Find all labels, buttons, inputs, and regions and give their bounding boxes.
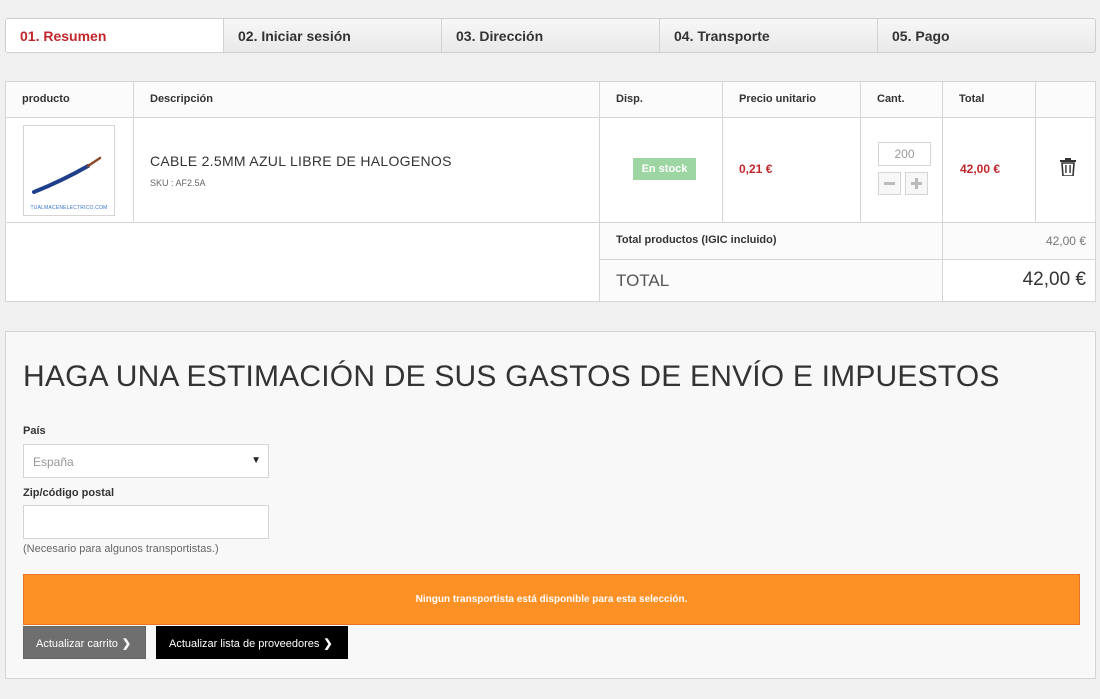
- quantity-decrease-button[interactable]: [878, 172, 901, 195]
- no-carrier-alert: Ningun transportista está disponible par…: [23, 574, 1080, 625]
- quantity-cell: 200: [861, 118, 943, 222]
- update-cart-label: Actualizar carrito: [36, 638, 118, 650]
- product-name-link[interactable]: CABLE 2.5MM AZUL LIBRE DE HALOGENOS: [150, 153, 452, 169]
- line-total: 42,00 €: [960, 162, 1001, 176]
- product-sku: SKU : AF2.5A: [150, 178, 206, 188]
- plus-icon: [911, 178, 922, 189]
- availability-cell: En stock: [600, 118, 723, 222]
- step-address[interactable]: 03. Dirección: [442, 19, 660, 52]
- description-cell: CABLE 2.5MM AZUL LIBRE DE HALOGENOS SKU …: [134, 118, 600, 222]
- thumbnail-caption: TUALMACENELECTRICO.COM: [30, 205, 108, 211]
- totals-table: Total productos (IGIC incluido) 42,00 € …: [600, 223, 1095, 301]
- zip-label: Zip/código postal: [23, 487, 115, 499]
- subtotal-label: Total productos (IGIC incluido): [600, 223, 943, 259]
- subtotal-value: 42,00 €: [943, 223, 1095, 259]
- shipping-estimate-panel: HAGA UNA ESTIMACIÓN DE SUS GASTOS DE ENV…: [5, 331, 1096, 679]
- cable-image: [32, 156, 102, 194]
- header-description: Descripción: [134, 82, 600, 117]
- quantity-increase-button[interactable]: [905, 172, 928, 195]
- product-cell: TUALMACENELECTRICO.COM: [6, 118, 134, 222]
- cart-totals: Total productos (IGIC incluido) 42,00 € …: [6, 223, 1095, 301]
- country-select[interactable]: España ▼: [23, 444, 269, 478]
- delete-button[interactable]: [1060, 158, 1076, 181]
- total-value: 42,00 €: [943, 260, 1095, 301]
- header-actions: [1036, 82, 1095, 117]
- subtotal-row: Total productos (IGIC incluido) 42,00 €: [600, 223, 1095, 260]
- chevron-right-icon: ❯: [323, 638, 333, 650]
- step-login[interactable]: 02. Iniciar sesión: [224, 19, 442, 52]
- header-total: Total: [943, 82, 1036, 117]
- total-row: TOTAL 42,00 €: [600, 260, 1095, 301]
- estimate-title: HAGA UNA ESTIMACIÓN DE SUS GASTOS DE ENV…: [23, 360, 1000, 393]
- header-unit-price: Precio unitario: [723, 82, 861, 117]
- country-selected-value: España: [33, 455, 74, 469]
- update-providers-button[interactable]: Actualizar lista de proveedores ❯: [156, 626, 348, 659]
- table-header: producto Descripción Disp. Precio unitar…: [6, 82, 1095, 118]
- total-label: TOTAL: [600, 260, 943, 301]
- unit-price-cell: 0,21 €: [723, 118, 861, 222]
- country-label: País: [23, 425, 46, 437]
- totals-spacer: [6, 223, 600, 301]
- delete-cell: [1036, 118, 1095, 222]
- cart-summary-table: producto Descripción Disp. Precio unitar…: [5, 81, 1096, 302]
- minus-icon: [884, 182, 895, 185]
- header-quantity: Cant.: [861, 82, 943, 117]
- trash-icon: [1060, 158, 1076, 177]
- chevron-right-icon: ❯: [121, 638, 132, 650]
- step-payment[interactable]: 05. Pago: [878, 19, 1095, 52]
- product-thumbnail[interactable]: TUALMACENELECTRICO.COM: [23, 125, 115, 216]
- stock-badge: En stock: [633, 158, 696, 180]
- caret-down-icon: ▼: [251, 455, 261, 466]
- zip-input[interactable]: [23, 505, 269, 539]
- header-availability: Disp.: [600, 82, 723, 117]
- update-providers-label: Actualizar lista de proveedores: [169, 638, 320, 650]
- step-summary[interactable]: 01. Resumen: [6, 19, 224, 52]
- unit-price: 0,21 €: [739, 162, 773, 176]
- header-product: producto: [6, 82, 134, 117]
- zip-hint: (Necesario para algunos transportistas.): [23, 543, 219, 555]
- step-shipping[interactable]: 04. Transporte: [660, 19, 878, 52]
- quantity-input[interactable]: 200: [878, 142, 931, 166]
- total-cell: 42,00 €: [943, 118, 1036, 222]
- update-cart-button[interactable]: Actualizar carrito ❯: [23, 626, 146, 659]
- table-row: TUALMACENELECTRICO.COM CABLE 2.5MM AZUL …: [6, 118, 1095, 223]
- checkout-steps: 01. Resumen 02. Iniciar sesión 03. Direc…: [5, 18, 1096, 53]
